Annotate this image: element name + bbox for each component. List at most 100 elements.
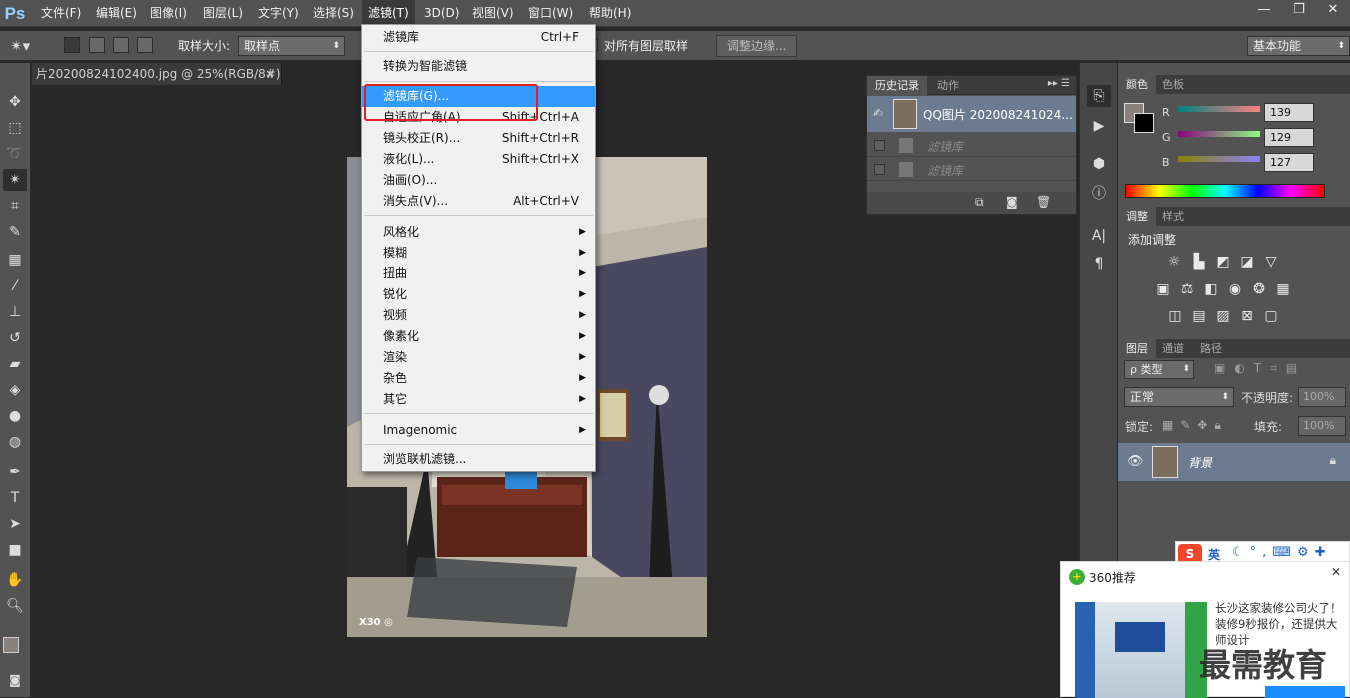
invert-icon[interactable]: ◫ xyxy=(1167,308,1183,324)
workspace-select[interactable]: 基本功能 ⬍ xyxy=(1247,36,1350,56)
menu-item-render[interactable]: 渲染 ▶ xyxy=(362,347,595,368)
refine-edge-button[interactable]: 调整边缘... xyxy=(716,35,798,57)
r-slider[interactable] xyxy=(1178,106,1260,112)
visibility-eye-icon[interactable]: 👁︎ xyxy=(1127,454,1144,469)
healing-brush-tool-icon[interactable]: ▦ xyxy=(3,249,27,271)
ad-image[interactable] xyxy=(1075,602,1207,698)
menu-type[interactable]: 文字(Y) xyxy=(252,0,305,27)
g-slider[interactable] xyxy=(1178,131,1260,137)
opacity-input[interactable]: 100% xyxy=(1298,387,1346,407)
menu-item-liquify[interactable]: 液化(L)... Shift+Ctrl+X xyxy=(362,149,595,170)
info-icon[interactable]: ⓘ xyxy=(1087,183,1111,205)
menu-item-stylize[interactable]: 风格化 ▶ xyxy=(362,222,595,243)
ad-cta-button[interactable] xyxy=(1265,686,1345,698)
paint-bucket-tool-icon[interactable]: ◈ xyxy=(3,379,27,401)
type-tool-icon[interactable]: T xyxy=(3,487,27,509)
new-selection-icon[interactable] xyxy=(64,37,80,53)
r-input[interactable]: 139 xyxy=(1264,103,1314,122)
crop-tool-icon[interactable]: ⌗ xyxy=(3,195,27,217)
black-white-icon[interactable]: ◧ xyxy=(1203,281,1219,297)
menu-item-filter-gallery-last[interactable]: 滤镜库 Ctrl+F xyxy=(362,27,595,48)
paragraph-panel-icon[interactable]: ¶ xyxy=(1087,253,1111,275)
history-brush-source-icon[interactable]: ✍ xyxy=(873,106,883,120)
g-input[interactable]: 129 xyxy=(1264,128,1314,147)
tab-channels[interactable]: 通道 xyxy=(1154,339,1192,358)
menu-item-oil-paint[interactable]: 油画(O)... xyxy=(362,170,595,191)
actions-play-icon[interactable]: ▶ xyxy=(1087,115,1111,137)
hue-saturation-icon[interactable]: ▣ xyxy=(1155,281,1171,297)
3d-panel-icon[interactable]: ⬢ xyxy=(1087,153,1111,175)
popup-close-icon[interactable]: ✕ xyxy=(1331,565,1341,579)
brush-tool-icon[interactable]: ⁄ xyxy=(3,275,27,297)
menu-item-browse-filters-online[interactable]: 浏览联机滤镜... xyxy=(362,449,595,470)
channel-mixer-icon[interactable]: ❂ xyxy=(1251,281,1267,297)
blend-mode-select[interactable]: 正常 ⬍ xyxy=(1124,387,1234,407)
posterize-icon[interactable]: ▤ xyxy=(1191,308,1207,324)
tab-paths[interactable]: 路径 xyxy=(1192,339,1230,358)
menu-edit[interactable]: 编辑(E) xyxy=(90,0,143,27)
menu-image[interactable]: 图像(I) xyxy=(144,0,193,27)
step-checkbox[interactable] xyxy=(874,164,885,175)
menu-filter[interactable]: 滤镜(T) xyxy=(362,0,415,27)
menu-item-convert-smart-filters[interactable]: 转换为智能滤镜 xyxy=(362,56,595,77)
rectangle-tool-icon[interactable]: ■ xyxy=(3,539,27,561)
minimize-button[interactable]: — xyxy=(1253,2,1275,18)
path-selection-tool-icon[interactable]: ➤ xyxy=(3,513,27,535)
clone-stamp-tool-icon[interactable]: ⊥ xyxy=(3,301,27,323)
curves-icon[interactable]: ◩ xyxy=(1215,254,1231,270)
layer-kind-filter[interactable]: ρ 类型 ⬍ xyxy=(1124,360,1194,379)
gradient-map-icon[interactable]: ⊠ xyxy=(1239,308,1255,324)
menu-item-vanishing-point[interactable]: 消失点(V)... Alt+Ctrl+V xyxy=(362,191,595,212)
history-panel-icon[interactable]: ⎘ xyxy=(1087,85,1111,107)
ime-tool-icons[interactable]: ☾°,⌨⚙✚ xyxy=(1232,545,1332,560)
tab-adjustments[interactable]: 调整 xyxy=(1118,207,1156,226)
color-lookup-icon[interactable]: ▦ xyxy=(1275,281,1291,297)
menu-item-sharpen[interactable]: 锐化 ▶ xyxy=(362,284,595,305)
color-balance-icon[interactable]: ⚖ xyxy=(1179,281,1195,297)
add-selection-icon[interactable] xyxy=(89,37,105,53)
exposure-icon[interactable]: ◪ xyxy=(1239,254,1255,270)
lock-icons[interactable]: ▦✎✥🔒︎ xyxy=(1162,418,1228,433)
tab-layers[interactable]: 图层 xyxy=(1118,339,1156,358)
b-slider[interactable] xyxy=(1178,156,1260,162)
subtract-selection-icon[interactable] xyxy=(113,37,129,53)
menu-item-lens-correction[interactable]: 镜头校正(R)... Shift+Ctrl+R xyxy=(362,128,595,149)
eraser-tool-icon[interactable]: ▰ xyxy=(3,353,27,375)
history-snapshot-row[interactable]: ✍ QQ图片 202008241024... xyxy=(867,96,1076,132)
menu-item-imagenomic[interactable]: Imagenomic ▶ xyxy=(362,420,595,441)
tab-actions[interactable]: 动作 xyxy=(929,76,967,95)
layer-filter-icons[interactable]: ▣◐T⌗▤ xyxy=(1214,361,1306,376)
menu-view[interactable]: 视图(V) xyxy=(466,0,520,27)
camera-snapshot-icon[interactable]: ◙ xyxy=(1006,195,1018,209)
foreground-color-swatch[interactable] xyxy=(3,637,19,653)
dodge-tool-icon[interactable]: ◍ xyxy=(3,431,27,453)
character-panel-icon[interactable]: A| xyxy=(1087,225,1111,247)
menu-help[interactable]: 帮助(H) xyxy=(583,0,637,27)
lasso-tool-icon[interactable]: ➰ xyxy=(3,143,27,165)
menu-item-noise[interactable]: 杂色 ▶ xyxy=(362,368,595,389)
history-brush-tool-icon[interactable]: ↺ xyxy=(3,327,27,349)
menu-window[interactable]: 窗口(W) xyxy=(522,0,579,27)
history-step-row[interactable]: 滤镜库 xyxy=(867,134,1076,157)
history-step-row[interactable]: 滤镜库 xyxy=(867,158,1076,181)
eyedropper-tool-icon[interactable]: ✎ xyxy=(3,221,27,243)
tab-history[interactable]: 历史记录 xyxy=(867,76,927,95)
menu-3d[interactable]: 3D(D) xyxy=(418,0,465,27)
new-document-from-state-icon[interactable]: ⧉ xyxy=(975,195,984,210)
menu-item-blur[interactable]: 模糊 ▶ xyxy=(362,243,595,264)
magic-wand-preset-icon[interactable]: ✴▾ xyxy=(10,35,48,57)
quick-mask-icon[interactable]: ◙ xyxy=(3,669,27,689)
tab-styles[interactable]: 样式 xyxy=(1154,207,1192,226)
close-tab-icon[interactable]: × xyxy=(265,63,275,85)
b-input[interactable]: 127 xyxy=(1264,153,1314,172)
menu-select[interactable]: 选择(S) xyxy=(307,0,360,27)
marquee-tool-icon[interactable]: ⬚ xyxy=(3,117,27,139)
fill-input[interactable]: 100% xyxy=(1298,416,1346,436)
zoom-tool-icon[interactable]: 🔍︎ xyxy=(3,595,27,617)
layer-row-background[interactable]: 👁︎ 背景 🔒︎ xyxy=(1118,443,1350,481)
pen-tool-icon[interactable]: ✒ xyxy=(3,461,27,483)
tab-swatches[interactable]: 色板 xyxy=(1154,75,1192,94)
restore-button[interactable]: ❐ xyxy=(1288,2,1310,18)
document-tab[interactable]: 片20200824102400.jpg @ 25%(RGB/8#) * × xyxy=(32,63,282,85)
menu-file[interactable]: 文件(F) xyxy=(35,0,87,27)
